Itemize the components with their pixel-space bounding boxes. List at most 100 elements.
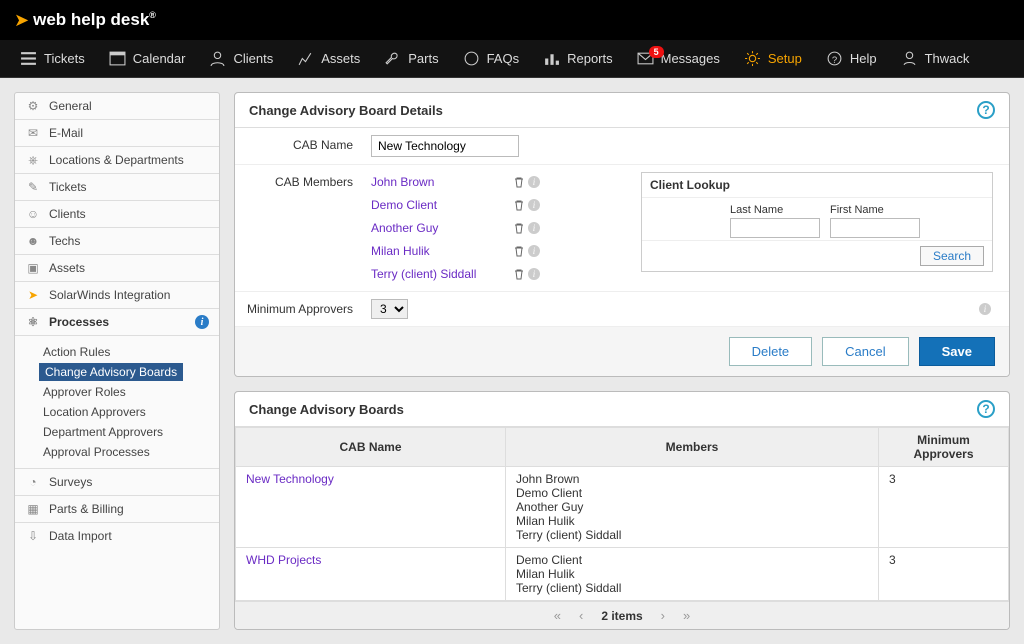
- nav-setup[interactable]: Setup: [734, 44, 812, 73]
- lastname-label: Last Name: [730, 204, 820, 216]
- nav-assets[interactable]: Assets: [287, 44, 370, 73]
- svg-text:?: ?: [832, 55, 837, 66]
- member-link[interactable]: Another Guy: [371, 221, 501, 235]
- sidebar-item-data-import[interactable]: ⇩Data Import: [15, 523, 219, 549]
- cab-members-label: CAB Members: [235, 165, 363, 291]
- import-icon: ⇩: [25, 528, 41, 544]
- info-icon[interactable]: i: [528, 222, 540, 234]
- nav-tickets[interactable]: Tickets: [10, 44, 95, 73]
- nodes-icon: ⚛: [25, 314, 41, 330]
- ticket-icon: ✎: [25, 179, 41, 195]
- info-icon[interactable]: i: [528, 176, 540, 188]
- help-icon: ?: [826, 50, 843, 67]
- page-first-icon[interactable]: «: [554, 608, 561, 623]
- cab-name-label: CAB Name: [235, 128, 363, 164]
- sub-department-approvers[interactable]: Department Approvers: [39, 423, 167, 441]
- info-icon[interactable]: i: [528, 268, 540, 280]
- sidebar-item-locations[interactable]: ⎈Locations & Departments: [15, 147, 219, 174]
- sidebar-item-solarwinds[interactable]: ➤SolarWinds Integration: [15, 282, 219, 309]
- nav-help[interactable]: ?Help: [816, 44, 887, 73]
- member-link[interactable]: Demo Client: [371, 198, 501, 212]
- sub-location-approvers[interactable]: Location Approvers: [39, 403, 150, 421]
- nav-clients[interactable]: Clients: [199, 44, 283, 73]
- info-icon[interactable]: i: [528, 199, 540, 211]
- cab-name-input[interactable]: [371, 135, 519, 157]
- info-icon[interactable]: i: [528, 245, 540, 257]
- page-next-icon[interactable]: ›: [661, 608, 665, 623]
- sub-approval-processes[interactable]: Approval Processes: [39, 443, 154, 461]
- cab-min-cell: 3: [879, 548, 1009, 601]
- thwack-icon: [901, 50, 918, 67]
- monitor-icon: ▣: [25, 260, 41, 276]
- sidebar-item-assets[interactable]: ▣Assets: [15, 255, 219, 282]
- calendar-icon: [109, 50, 126, 67]
- member-link[interactable]: John Brown: [371, 175, 501, 189]
- info-icon[interactable]: i: [979, 303, 991, 315]
- lastname-input[interactable]: [730, 218, 820, 238]
- sidebar-item-email[interactable]: ✉E-Mail: [15, 120, 219, 147]
- trash-icon[interactable]: [513, 268, 525, 280]
- trash-icon[interactable]: [513, 176, 525, 188]
- trash-icon[interactable]: [513, 199, 525, 211]
- lookup-title: Client Lookup: [642, 173, 992, 198]
- sidebar-item-processes[interactable]: ⚛Processesi: [15, 309, 219, 336]
- member-link[interactable]: Terry (client) Siddall: [371, 267, 501, 281]
- cab-link[interactable]: New Technology: [246, 472, 334, 486]
- member-row: Terry (client) Siddall i: [371, 264, 540, 284]
- firstname-label: First Name: [830, 204, 920, 216]
- cab-members-cell: John BrownDemo ClientAnother GuyMilan Hu…: [506, 467, 879, 548]
- sub-action-rules[interactable]: Action Rules: [39, 343, 114, 361]
- cab-min-cell: 3: [879, 467, 1009, 548]
- delete-button[interactable]: Delete: [729, 337, 813, 366]
- help-icon[interactable]: ?: [977, 101, 995, 119]
- nav-messages[interactable]: Messages5: [627, 44, 730, 73]
- faq-icon: [463, 50, 480, 67]
- nav-thwack[interactable]: Thwack: [891, 44, 980, 73]
- member-link[interactable]: Milan Hulik: [371, 244, 501, 258]
- topbar: ➤ web help desk: [0, 0, 1024, 40]
- chart-icon: [297, 50, 314, 67]
- cab-table: CAB Name Members Minimum Approvers New T…: [235, 427, 1009, 601]
- sidebar-item-tickets[interactable]: ✎Tickets: [15, 174, 219, 201]
- nav-faqs[interactable]: FAQs: [453, 44, 530, 73]
- user-icon: ☺: [25, 206, 41, 222]
- user-icon: [209, 50, 226, 67]
- trash-icon[interactable]: [513, 222, 525, 234]
- sub-approver-roles[interactable]: Approver Roles: [39, 383, 130, 401]
- save-button[interactable]: Save: [919, 337, 995, 366]
- firstname-input[interactable]: [830, 218, 920, 238]
- client-lookup: Client Lookup Last Name First Name Searc…: [641, 172, 993, 272]
- trash-icon[interactable]: [513, 245, 525, 257]
- logo-icon: ➤: [14, 10, 29, 31]
- info-icon[interactable]: i: [195, 315, 209, 329]
- cab-link[interactable]: WHD Projects: [246, 553, 321, 567]
- sub-cab[interactable]: Change Advisory Boards: [39, 363, 183, 381]
- nav-parts[interactable]: Parts: [374, 44, 448, 73]
- sidebar-item-general[interactable]: ⚙General: [15, 93, 219, 120]
- min-approvers-select[interactable]: 3: [371, 299, 408, 319]
- box-icon: ▦: [25, 501, 41, 517]
- page-last-icon[interactable]: »: [683, 608, 690, 623]
- cab-members-cell: Demo ClientMilan HulikTerry (client) Sid…: [506, 548, 879, 601]
- list-icon: [20, 50, 37, 67]
- chart-icon: ◔: [25, 474, 41, 490]
- gear-icon: ⚙: [25, 98, 41, 114]
- gear-icon: [744, 50, 761, 67]
- sidebar-item-techs[interactable]: ☻Techs: [15, 228, 219, 255]
- col-members: Members: [506, 428, 879, 467]
- navbar: Tickets Calendar Clients Assets Parts FA…: [0, 40, 1024, 78]
- nav-calendar[interactable]: Calendar: [99, 44, 196, 73]
- page-prev-icon[interactable]: ‹: [579, 608, 583, 623]
- help-icon[interactable]: ?: [977, 400, 995, 418]
- min-approvers-label: Minimum Approvers: [235, 292, 363, 326]
- sidebar-item-surveys[interactable]: ◔Surveys: [15, 468, 219, 496]
- cancel-button[interactable]: Cancel: [822, 337, 908, 366]
- member-row: John Brown i: [371, 172, 540, 192]
- sidebar-item-clients[interactable]: ☺Clients: [15, 201, 219, 228]
- bars-icon: [543, 50, 560, 67]
- search-button[interactable]: Search: [920, 246, 984, 266]
- mail-icon: ✉: [25, 125, 41, 141]
- sidebar-item-parts-billing[interactable]: ▦Parts & Billing: [15, 496, 219, 523]
- col-min: Minimum Approvers: [879, 428, 1009, 467]
- nav-reports[interactable]: Reports: [533, 44, 623, 73]
